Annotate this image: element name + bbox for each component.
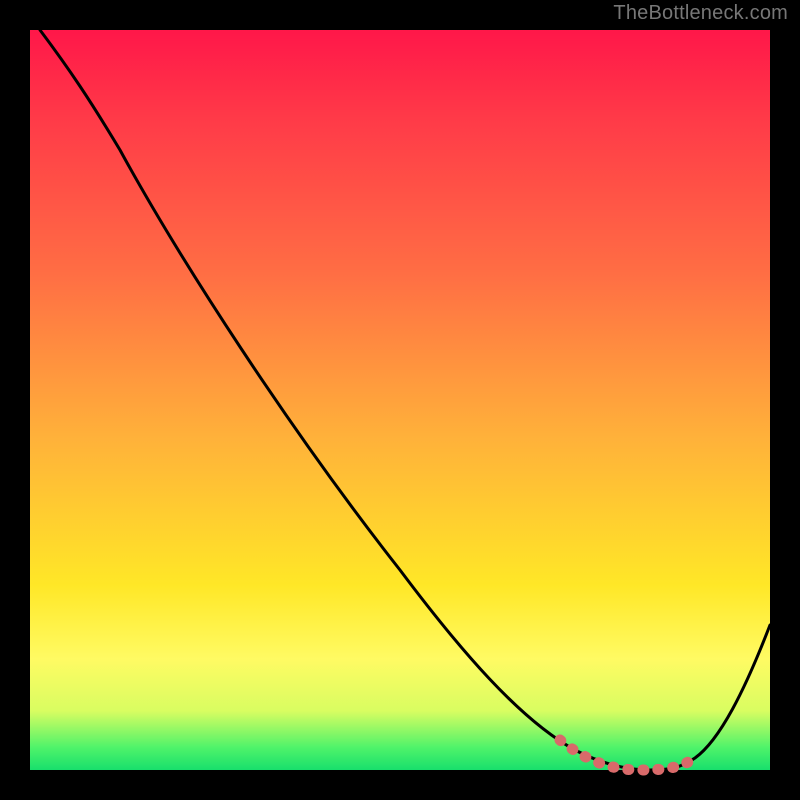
bottleneck-curve-path [40,30,770,770]
curve-svg [30,30,770,770]
plot-area [30,30,770,770]
chart-frame: TheBottleneck.com [0,0,800,800]
curve-highlight-path [560,740,692,770]
watermark-label: TheBottleneck.com [613,2,788,25]
